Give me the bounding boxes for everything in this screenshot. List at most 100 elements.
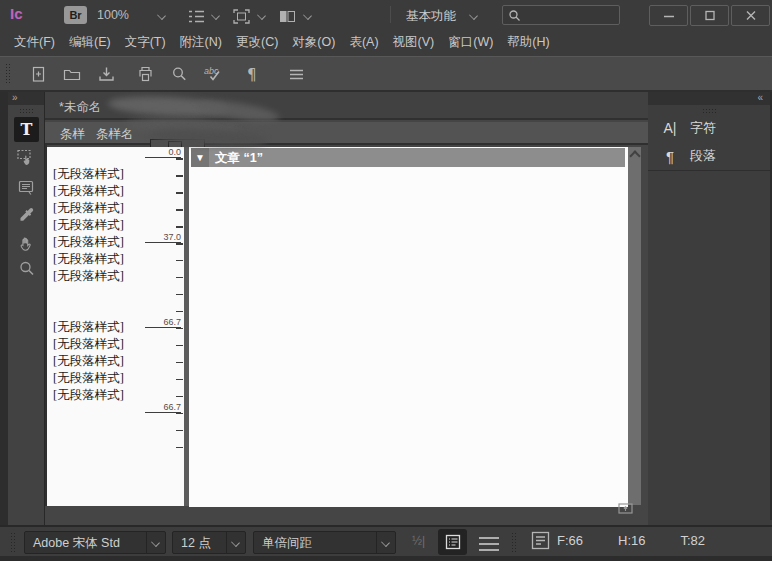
scroll-up-icon[interactable] — [629, 150, 640, 161]
minimize-button[interactable] — [649, 5, 688, 26]
story-text-area[interactable]: ▼ 文章 “1” — [189, 147, 628, 507]
chevron-down-icon[interactable] — [469, 11, 478, 20]
ruler-label: 0.0 — [145, 147, 181, 158]
hand-tool-button[interactable] — [14, 230, 39, 255]
dock-grip[interactable] — [702, 108, 717, 113]
type-tool-button[interactable]: T — [14, 117, 39, 142]
fraction-icon[interactable]: ½| — [412, 534, 425, 548]
stat-value: F:66 — [557, 533, 583, 548]
document-area: *未命名 条样 条样名 [无段落样式][无段落样式][无段落样式][无段落样式]… — [45, 92, 648, 525]
leading-value: 单倍间距 — [262, 535, 312, 552]
menu-item[interactable]: 对象(O) — [292, 29, 339, 56]
hamburger-icon — [288, 66, 305, 83]
show-info-column-toggle[interactable] — [438, 529, 467, 555]
style-row[interactable] — [47, 285, 184, 302]
style-row[interactable]: [无段落样式] — [47, 336, 184, 353]
vertical-scrollbar[interactable] — [628, 147, 641, 505]
incopy-logo: Ic — [10, 5, 23, 22]
position-tool-button[interactable] — [14, 145, 39, 170]
save-button[interactable] — [91, 61, 121, 87]
menu-item[interactable]: 视图(V) — [393, 29, 439, 56]
style-row[interactable]: [无段落样式] — [47, 183, 184, 200]
main-toolbar: abc ¶ — [0, 56, 772, 92]
paragraph-panel-button[interactable]: ¶ 段落 — [648, 142, 770, 170]
view-options-icon[interactable] — [188, 9, 205, 24]
workspace-switcher[interactable]: 基本功能 — [406, 8, 456, 25]
view-tab-galley[interactable]: 条样 — [60, 126, 85, 143]
style-row[interactable]: [无段落样式] — [47, 268, 184, 285]
menu-item[interactable]: 表(A) — [349, 29, 382, 56]
minimize-icon — [650, 6, 687, 25]
status-menu-button[interactable] — [479, 537, 499, 551]
paragraph-panel-label: 段落 — [690, 147, 716, 165]
divider — [390, 6, 391, 23]
tools-panel: » T — [8, 92, 45, 525]
new-document-button[interactable] — [23, 61, 53, 87]
leading-select[interactable]: 单倍间距 — [253, 531, 396, 554]
ruler-label: 66.7 — [145, 317, 181, 328]
chevron-down-icon[interactable] — [157, 11, 166, 20]
chevron-down-icon[interactable] — [303, 11, 312, 20]
style-row[interactable]: [无段落样式] — [47, 370, 184, 387]
font-family-value: Adobe 宋体 Std — [33, 535, 120, 552]
style-row[interactable]: [无段落样式] — [47, 200, 184, 217]
style-rows: [无段落样式][无段落样式][无段落样式][无段落样式][无段落样式][无段落样… — [47, 166, 184, 404]
arrange-documents-icon[interactable] — [279, 9, 296, 24]
style-row[interactable]: [无段落样式] — [47, 166, 184, 183]
stat-value: H:16 — [618, 533, 645, 548]
menu-item[interactable]: 文件(F) — [14, 29, 59, 56]
font-family-select[interactable]: Adobe 宋体 Std — [24, 531, 166, 554]
search-input[interactable] — [502, 5, 620, 25]
toolbar-menu-button[interactable] — [281, 61, 311, 87]
bridge-button[interactable]: Br — [64, 6, 87, 24]
style-row[interactable]: [无段落样式] — [47, 251, 184, 268]
style-row[interactable]: [无段落样式] — [47, 353, 184, 370]
menu-item[interactable]: 帮助(H) — [507, 29, 553, 56]
magnifier-icon — [171, 66, 188, 83]
story-overflow-icon[interactable] — [618, 502, 634, 515]
note-tool-button[interactable] — [14, 175, 39, 200]
new-document-icon — [30, 66, 47, 83]
window-left-edge — [0, 92, 8, 556]
status-grip[interactable] — [511, 532, 517, 552]
note-tool-icon — [18, 179, 36, 196]
copyfit-info-icon[interactable] — [531, 531, 551, 551]
chevron-down-icon[interactable] — [257, 11, 266, 20]
spellcheck-button[interactable]: abc — [198, 61, 228, 87]
maximize-button[interactable] — [690, 5, 729, 26]
show-hidden-chars-button[interactable]: ¶ — [237, 61, 267, 87]
story-header-bar: ▼ 文章 “1” — [191, 148, 625, 167]
tools-panel-header[interactable]: » — [8, 92, 44, 105]
collapse-story-icon[interactable]: ▼ — [191, 148, 209, 167]
search-icon — [508, 9, 521, 22]
close-button[interactable] — [731, 5, 770, 26]
menu-item[interactable]: 附注(N) — [180, 29, 226, 56]
zoom-tool-button[interactable] — [14, 256, 39, 281]
collapse-dock-icon[interactable]: « — [757, 92, 762, 104]
close-icon — [732, 6, 769, 25]
open-button[interactable] — [57, 61, 87, 87]
eyedropper-icon — [18, 206, 36, 224]
chevron-down-icon[interactable] — [211, 11, 220, 20]
character-panel-button[interactable]: A| 字符 — [648, 114, 770, 142]
find-button[interactable] — [164, 61, 194, 87]
zoom-tool-icon — [18, 260, 36, 278]
zoom-level-dropdown[interactable]: 100% — [97, 8, 129, 22]
menu-item[interactable]: 编辑(E) — [69, 29, 115, 56]
menu-item[interactable]: 文字(T) — [125, 29, 170, 56]
menu-item[interactable]: 窗口(W) — [448, 29, 497, 56]
font-size-select[interactable]: 12 点 — [172, 531, 246, 554]
divider — [648, 170, 770, 171]
menu-item[interactable]: 更改(C) — [236, 29, 282, 56]
print-button[interactable] — [130, 61, 160, 87]
eyedropper-tool-button[interactable] — [14, 202, 39, 227]
toolbar-grip[interactable] — [5, 63, 11, 85]
status-grip[interactable] — [10, 532, 16, 552]
view-tab-story[interactable]: 条样名 — [96, 126, 134, 143]
screen-mode-icon[interactable] — [233, 9, 250, 24]
tools-panel-grip[interactable] — [19, 108, 34, 113]
document-tab[interactable]: *未命名 — [59, 99, 101, 116]
title-bar: Ic Br 100% 基本功能 — [0, 0, 772, 29]
svg-text:¶: ¶ — [247, 66, 257, 83]
dock-header[interactable]: « — [648, 92, 770, 105]
